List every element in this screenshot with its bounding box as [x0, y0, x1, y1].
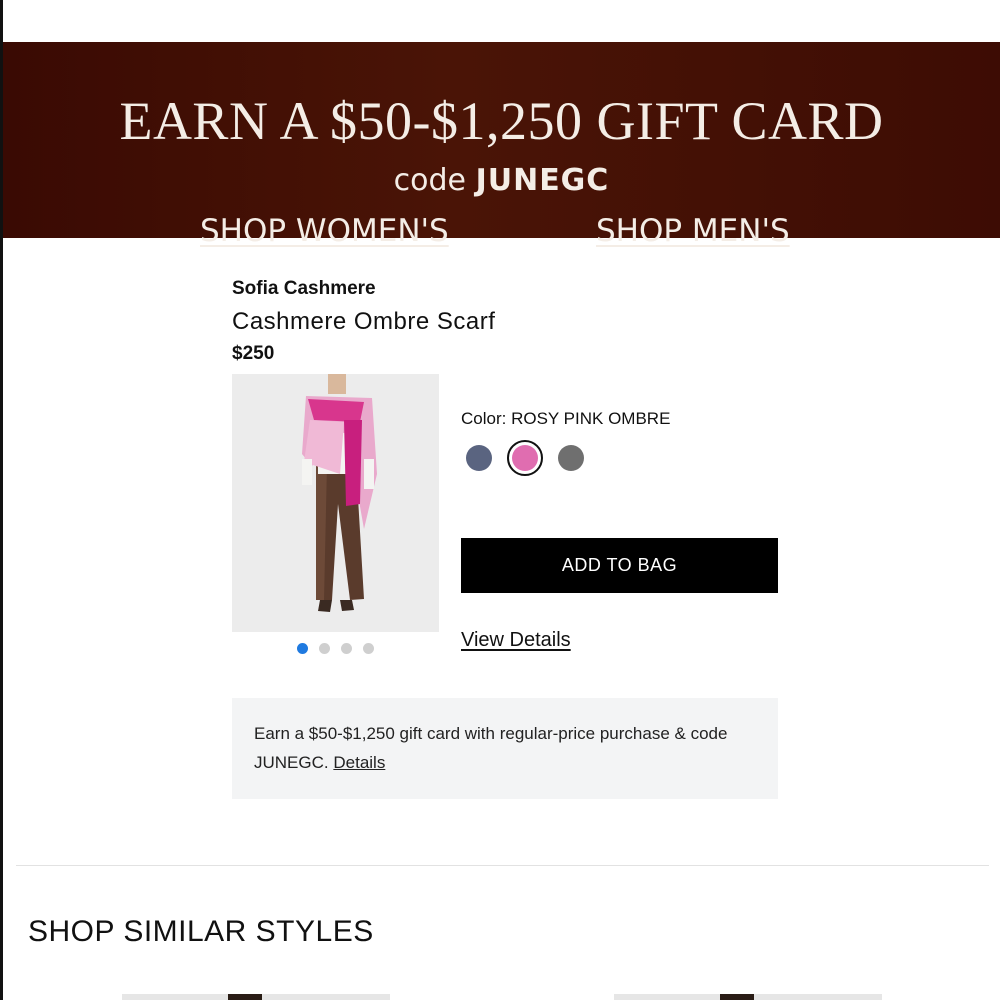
view-details-link[interactable]: View Details	[461, 629, 571, 652]
section-divider	[16, 865, 989, 866]
carousel-dot-3[interactable]	[341, 643, 352, 654]
promo-code-prefix: code	[393, 163, 467, 198]
swatch-gray-chip	[558, 445, 584, 471]
similar-product-image-1[interactable]	[122, 994, 390, 1000]
swatch-navy-chip	[466, 445, 492, 471]
swatch-rosy-pink-ombre[interactable]	[507, 440, 543, 476]
color-label: Color: ROSY PINK OMBRE	[461, 409, 671, 428]
product-name[interactable]: Cashmere Ombre Scarf	[232, 308, 495, 336]
promo-details-link[interactable]: Details	[333, 753, 385, 772]
color-swatches	[461, 440, 589, 476]
image-carousel-dots[interactable]	[297, 643, 374, 654]
similar-product-1-model	[228, 994, 262, 1000]
swatch-navy[interactable]	[461, 440, 497, 476]
promo-banner[interactable]: EARN A $50-$1,250 GIFT CARD code JUNEGC …	[3, 42, 1000, 247]
gift-card-promo-box: Earn a $50-$1,250 gift card with regular…	[232, 698, 778, 799]
swatch-rosy-pink-ombre-chip	[512, 445, 538, 471]
carousel-dot-2[interactable]	[319, 643, 330, 654]
promo-code: JUNEGC	[475, 163, 610, 198]
promo-code-line: code JUNEGC	[3, 166, 1000, 196]
product-brand[interactable]: Sofia Cashmere	[232, 278, 376, 300]
carousel-dot-4[interactable]	[363, 643, 374, 654]
promo-box-text: Earn a $50-$1,250 gift card with regular…	[254, 724, 728, 772]
swatch-gray[interactable]	[553, 440, 589, 476]
shop-similar-heading: SHOP SIMILAR STYLES	[28, 915, 374, 948]
product-price: $250	[232, 343, 275, 364]
carousel-dot-1[interactable]	[297, 643, 308, 654]
shop-men-link[interactable]: SHOP MEN'S	[596, 216, 790, 247]
add-to-bag-button[interactable]: ADD TO BAG	[461, 538, 778, 593]
similar-product-image-2[interactable]	[614, 994, 882, 1000]
product-image[interactable]	[232, 374, 439, 632]
promo-headline: EARN A $50-$1,250 GIFT CARD	[119, 91, 884, 151]
similar-product-2-model	[720, 994, 754, 1000]
model-wearing-scarf-illustration	[232, 374, 439, 632]
shop-women-link[interactable]: SHOP WOMEN'S	[200, 216, 449, 247]
